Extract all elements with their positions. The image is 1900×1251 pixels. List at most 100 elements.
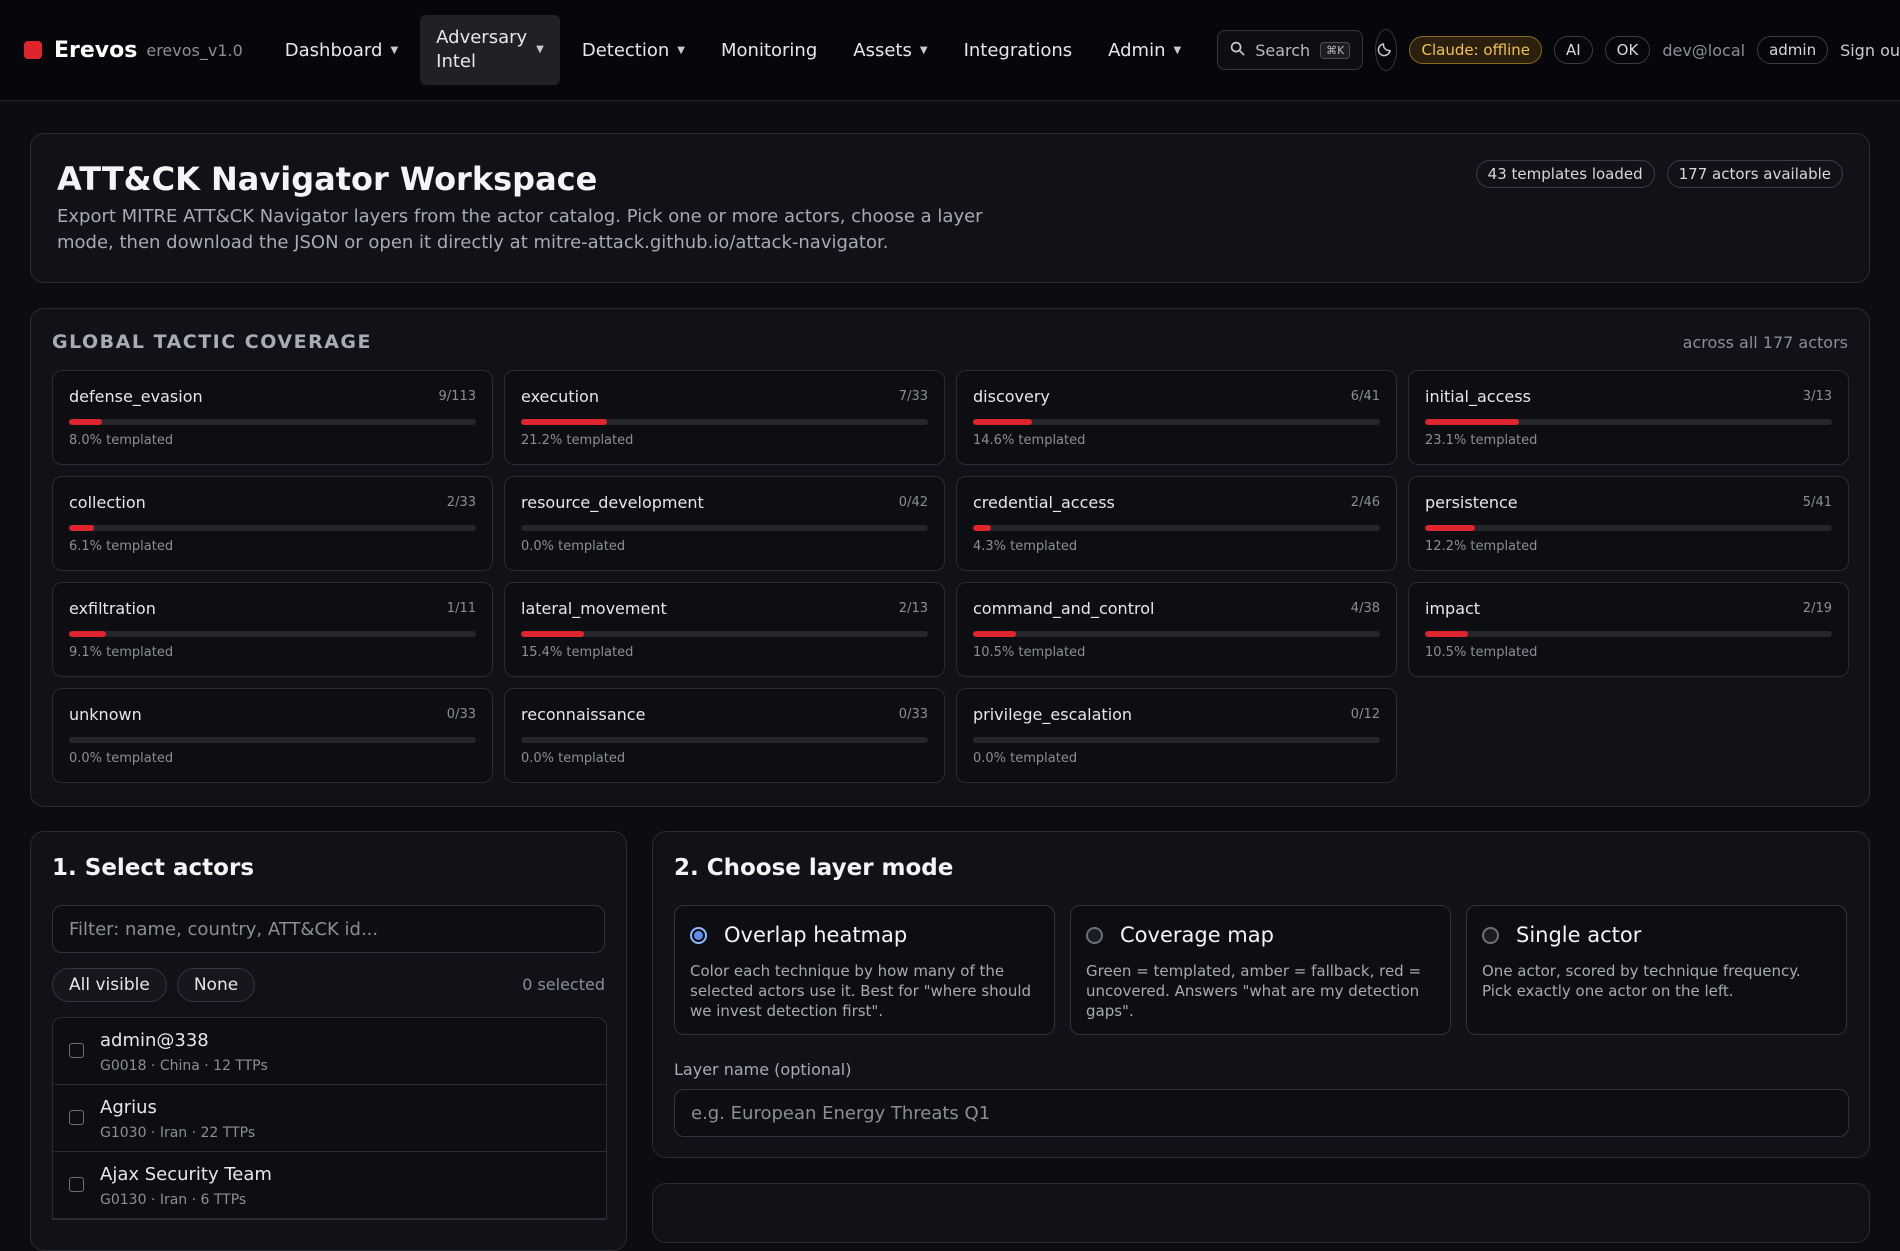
actor-row[interactable]: Agrius G1030 · Iran · 22 TTPs — [53, 1085, 606, 1152]
tactic-tile-privilege-escalation: privilege_escalation 0/12 0.0% templated — [956, 688, 1397, 783]
brand-version: erevos_v1.0 — [146, 40, 243, 60]
tactic-count: 6/41 — [1350, 389, 1380, 404]
actor-checkbox[interactable] — [69, 1177, 84, 1192]
search-button[interactable]: Search ⌘K — [1217, 30, 1364, 70]
coverage-progress-fill — [69, 631, 107, 637]
section-note: across all 177 actors — [1682, 333, 1848, 352]
tactic-percent: 0.0% templated — [69, 751, 174, 766]
tactic-percent: 10.5% templated — [1425, 645, 1538, 660]
brand-logo-icon — [24, 41, 42, 59]
tactic-count: 2/13 — [898, 601, 928, 616]
mode-description: Color each technique by how many of the … — [690, 962, 1032, 1020]
tactic-tiles-grid: defense_evasion 9/113 8.0% templated execut… — [52, 370, 1849, 783]
nav-label: Admin — [1108, 39, 1166, 61]
tactic-percent: 8.0% templated — [69, 433, 174, 448]
brand-name[interactable]: Erevos — [54, 38, 137, 63]
coverage-progress-bar — [69, 631, 476, 637]
coverage-progress-bar — [973, 525, 1380, 531]
nav-label: Detection — [581, 39, 670, 61]
tactic-count: 0/12 — [1350, 707, 1380, 722]
actor-meta: G0130 · Iran · 6 TTPs — [100, 1192, 247, 1208]
ai-status-badge[interactable]: AI — [1553, 36, 1593, 64]
actor-checkbox[interactable] — [69, 1043, 84, 1058]
tactic-name: discovery — [973, 387, 1050, 406]
search-shortcut: ⌘K — [1320, 41, 1351, 59]
tactic-name: privilege_escalation — [973, 705, 1133, 724]
select-none-button[interactable]: None — [176, 968, 256, 1002]
nav-detection[interactable]: Detection ▼ — [564, 15, 703, 85]
tactic-tile-unknown: unknown 0/33 0.0% templated — [52, 688, 493, 783]
select-actors-card: 1. Select actors All visible None 0 sele… — [30, 831, 627, 1251]
actor-row[interactable]: Ajax Security Team G0130 · Iran · 6 TTPs — [53, 1152, 606, 1219]
workspace-header-card: ATT&CK Navigator Workspace Export MITRE … — [30, 133, 1870, 283]
caret-down-icon: ▼ — [1173, 44, 1182, 56]
tactic-percent: 4.3% templated — [973, 539, 1078, 554]
nav-assets[interactable]: Assets ▼ — [835, 15, 945, 85]
mode-description: One actor, scored by technique frequency… — [1482, 962, 1801, 1000]
layer-name-input[interactable] — [674, 1089, 1849, 1137]
tactic-name: exfiltration — [69, 599, 156, 618]
theme-toggle-button[interactable] — [1375, 29, 1398, 71]
tactic-tile-execution: execution 7/33 21.2% templated — [504, 370, 945, 465]
mode-option-overlap-heatmap[interactable]: Overlap heatmap Color each technique by h… — [674, 905, 1055, 1035]
coverage-progress-bar — [69, 525, 476, 531]
mode-option-coverage-map[interactable]: Coverage map Green = templated, amber = f… — [1070, 905, 1451, 1035]
next-step-card — [652, 1183, 1870, 1243]
actor-name: admin@338 — [100, 1030, 209, 1051]
tactic-count: 9/113 — [438, 389, 476, 404]
tactic-count: 0/33 — [898, 707, 928, 722]
tactic-count: 7/33 — [898, 389, 928, 404]
coverage-progress-fill — [69, 525, 94, 531]
tactic-tile-discovery: discovery 6/41 14.6% templated — [956, 370, 1397, 465]
tactic-tile-initial-access: initial_access 3/13 23.1% templated — [1408, 370, 1849, 465]
mode-radio[interactable] — [1482, 927, 1499, 944]
nav-dashboard[interactable]: Dashboard ▼ — [267, 15, 416, 85]
actor-checkbox[interactable] — [69, 1110, 84, 1125]
coverage-progress-bar — [521, 419, 928, 425]
tactic-tile-persistence: persistence 5/41 12.2% templated — [1408, 476, 1849, 571]
tactic-tile-resource-development: resource_development 0/42 0.0% templated — [504, 476, 945, 571]
mode-radio[interactable] — [1086, 927, 1103, 944]
nav-monitoring[interactable]: Monitoring — [703, 15, 835, 85]
tactic-count: 0/42 — [898, 495, 928, 510]
tactic-count: 5/41 — [1802, 495, 1832, 510]
tactic-count: 2/19 — [1802, 601, 1832, 616]
nav-admin[interactable]: Admin ▼ — [1090, 15, 1199, 85]
actor-filter-input[interactable] — [52, 905, 605, 953]
tactic-count: 4/38 — [1350, 601, 1380, 616]
actor-meta: G1030 · Iran · 22 TTPs — [100, 1125, 256, 1141]
tactic-percent: 15.4% templated — [521, 645, 634, 660]
mode-description: Green = templated, amber = fallback, red… — [1086, 962, 1422, 1020]
tactic-percent: 10.5% templated — [973, 645, 1086, 660]
tactic-name: execution — [521, 387, 599, 406]
coverage-progress-fill — [1425, 525, 1475, 531]
tactic-count: 0/33 — [446, 707, 476, 722]
system-ok-badge[interactable]: OK — [1604, 36, 1651, 64]
actor-row[interactable]: admin@338 G0018 · China · 12 TTPs — [53, 1018, 606, 1085]
tactic-percent: 23.1% templated — [1425, 433, 1538, 448]
select-all-visible-button[interactable]: All visible — [52, 968, 167, 1002]
mode-option-single-actor[interactable]: Single actor One actor, scored by techniq… — [1466, 905, 1847, 1035]
mode-radio[interactable] — [690, 927, 707, 944]
coverage-progress-bar — [973, 419, 1380, 425]
tactic-tile-credential-access: credential_access 2/46 4.3% templated — [956, 476, 1397, 571]
tactic-tile-defense-evasion: defense_evasion 9/113 8.0% templated — [52, 370, 493, 465]
global-tactic-coverage-card: GLOBAL TACTIC COVERAGE across all 177 ac… — [30, 308, 1870, 807]
coverage-progress-bar — [973, 631, 1380, 637]
tactic-percent: 9.1% templated — [69, 645, 174, 660]
mode-options: Overlap heatmap Color each technique by h… — [674, 905, 1847, 1035]
nav-adversary-intel[interactable]: Adversary Intel ▼ — [420, 15, 560, 85]
coverage-progress-fill — [1425, 419, 1520, 425]
tactic-name: command_and_control — [973, 599, 1155, 618]
claude-status-badge[interactable]: Claude: offline — [1409, 36, 1542, 64]
sign-out-link[interactable]: Sign ou — [1840, 41, 1900, 60]
actor-meta: G0018 · China · 12 TTPs — [100, 1058, 268, 1074]
nav-integrations[interactable]: Integrations — [946, 15, 1091, 85]
tactic-percent: 0.0% templated — [973, 751, 1078, 766]
tactic-name: impact — [1425, 599, 1481, 618]
tactic-count: 3/13 — [1802, 389, 1832, 404]
header-badges: 43 templates loaded 177 actors available — [1475, 160, 1843, 188]
tactic-tile-impact: impact 2/19 10.5% templated — [1408, 582, 1849, 677]
coverage-progress-bar — [69, 419, 476, 425]
page-title: ATT&CK Navigator Workspace — [57, 160, 598, 198]
